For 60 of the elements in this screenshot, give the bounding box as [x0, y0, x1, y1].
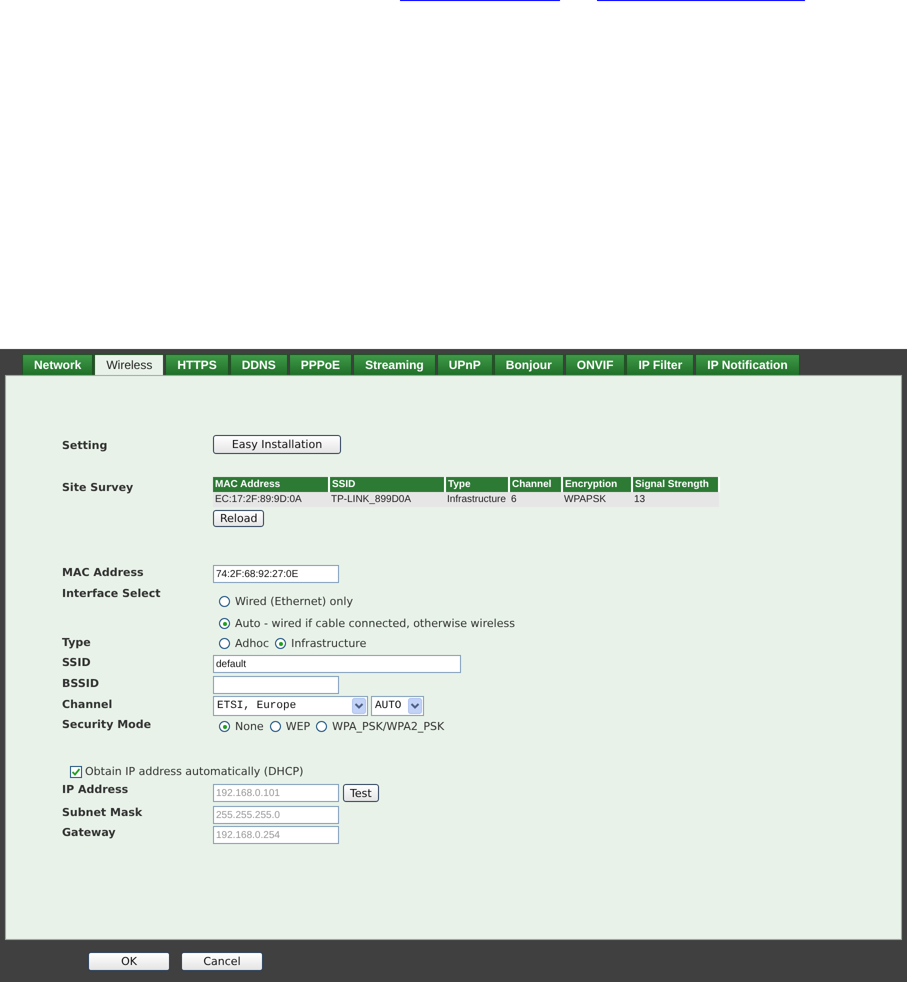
radio-label[interactable]: WEP	[286, 720, 310, 733]
easy-installation-button[interactable]: Easy Installation	[213, 435, 341, 454]
tab[interactable]: UPnP	[436, 354, 493, 375]
table-cell: WPAPSK	[562, 492, 632, 507]
radio-button[interactable]	[219, 638, 230, 649]
radio-label[interactable]: Auto - wired if cable connected, otherwise wireless	[235, 617, 515, 630]
radio-button[interactable]	[316, 721, 328, 732]
radio-button[interactable]	[275, 638, 286, 649]
field-label: SSID	[62, 656, 92, 669]
radio-label[interactable]: None	[235, 720, 264, 733]
checkbox-label[interactable]: Obtain IP address automatically (DHCP)	[85, 765, 304, 778]
tab[interactable]: HTTPS	[165, 354, 229, 375]
table-cell: 6	[509, 492, 562, 507]
radio-button[interactable]	[219, 596, 230, 607]
field-label: Security Mode	[62, 718, 152, 731]
bssid-field[interactable]	[213, 676, 339, 694]
table-cell: EC:17:2F:89:9D:0A	[213, 492, 329, 507]
radio-button[interactable]	[219, 721, 230, 732]
radio-button[interactable]	[270, 721, 281, 732]
mac-address-field[interactable]: 74:2F:68:92:27:0E	[213, 565, 339, 583]
column-header: MAC Address	[213, 477, 329, 492]
cancel-button[interactable]: Cancel	[181, 952, 263, 971]
channel-dropdown[interactable]: AUTO	[371, 696, 424, 716]
field-label: Setting	[62, 439, 108, 452]
tab[interactable]: Wireless	[94, 354, 164, 375]
column-header: SSID	[329, 477, 445, 492]
tab[interactable]: Streaming	[353, 354, 436, 375]
column-header: Channel	[509, 477, 562, 492]
reload-button[interactable]: Reload	[213, 510, 264, 527]
radio-label[interactable]: Infrastructure	[291, 637, 366, 650]
field-label: BSSID	[62, 677, 100, 690]
tab[interactable]: PPPoE	[288, 354, 352, 375]
table-cell: Infrastructure	[445, 492, 509, 507]
field-label: Interface Select	[62, 587, 162, 600]
radio-label[interactable]: WPA_PSK/WPA2_PSK	[332, 720, 444, 733]
field-label: Subnet Mask	[62, 806, 144, 819]
tab[interactable]: ONVIF	[564, 354, 626, 375]
column-header: Signal Strength	[632, 477, 719, 492]
region-dropdown[interactable]: ETSI, Europe	[213, 696, 368, 716]
tab[interactable]: Bonjour	[494, 354, 564, 375]
table-cell: TP-LINK_899D0A	[329, 492, 445, 507]
tab[interactable]: IP Filter	[626, 354, 694, 375]
ok-button[interactable]: OK	[88, 952, 170, 971]
tab[interactable]: Network	[22, 354, 94, 375]
field-label: IP Address	[62, 783, 130, 796]
radio-label[interactable]: Wired (Ethernet) only	[235, 595, 353, 608]
field-label: Type	[62, 636, 92, 649]
field-label: MAC Address	[62, 566, 145, 579]
field-label: Channel	[62, 698, 114, 711]
field-label: Gateway	[62, 826, 117, 839]
checkbox[interactable]	[70, 766, 82, 778]
tab[interactable]: DDNS	[230, 354, 288, 375]
radio-label[interactable]: Adhoc	[235, 637, 270, 650]
tab[interactable]: IP Notification	[695, 354, 800, 375]
table-cell: 13	[632, 492, 719, 507]
column-header: Type	[445, 477, 509, 492]
ssid-field[interactable]: default	[213, 655, 461, 673]
radio-button[interactable]	[219, 618, 230, 629]
column-header: Encryption	[562, 477, 632, 492]
field-label: Site Survey	[62, 481, 134, 494]
